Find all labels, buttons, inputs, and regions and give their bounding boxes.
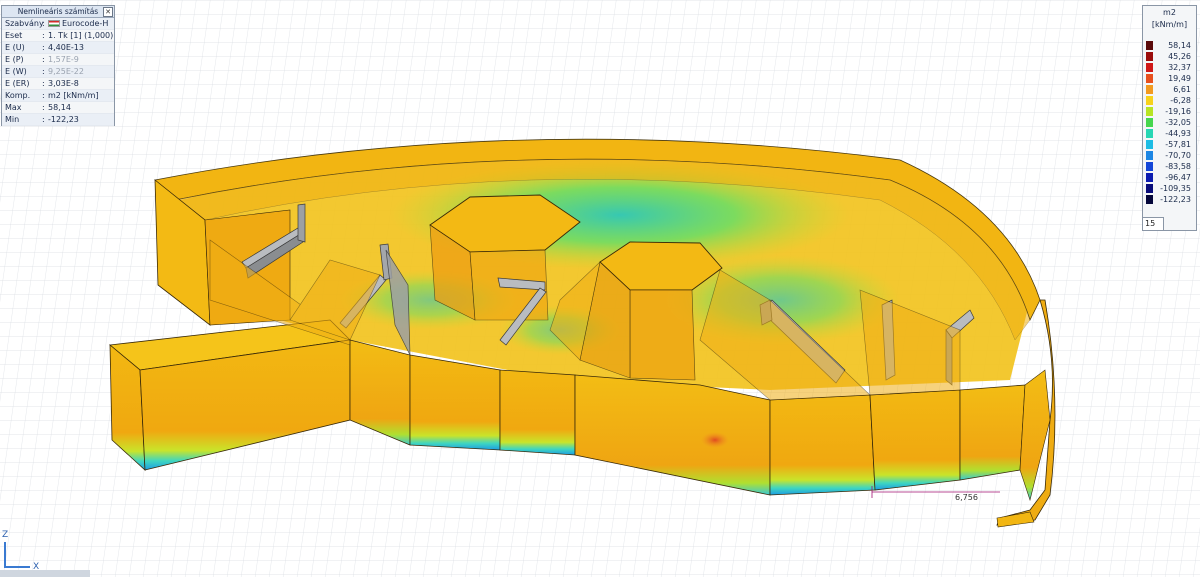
legend-value: -70,70 — [1165, 151, 1191, 160]
info-row-standard: Szabvány: Eurocode-H — [2, 18, 114, 30]
legend-value: 58,14 — [1168, 41, 1191, 50]
legend-value: -19,16 — [1165, 107, 1191, 116]
legend-value: 32,37 — [1168, 63, 1191, 72]
info-panel[interactable]: Nemlineáris számítás ✕ Szabvány: Eurocode… — [1, 5, 115, 126]
z-axis-label: Z — [2, 530, 9, 540]
legend-value: -122,23 — [1160, 195, 1191, 204]
legend-unit: [kNm/m] — [1151, 20, 1188, 29]
info-row-max: Max:58,14 — [2, 102, 114, 114]
model-viewport[interactable]: 6,756 — [0, 0, 1200, 577]
color-legend[interactable]: m2 [kNm/m] 58,14 45,26 32,37 19,49 6,61 -6,28… — [1142, 5, 1197, 231]
legend-value: -44,93 — [1165, 129, 1191, 138]
info-row-case: Eset:1. Tk [1] (1,000) — [2, 30, 114, 42]
info-row-min: Min: -122,23 — [2, 114, 114, 126]
hungary-flag-icon — [48, 20, 60, 27]
info-panel-title: Nemlineáris számítás ✕ — [2, 6, 114, 18]
info-row-ew: E (W):9,25E-22 — [2, 66, 114, 78]
x-axis-icon — [4, 566, 30, 568]
legend-value: -83,58 — [1165, 162, 1191, 171]
legend-value: 6,61 — [1173, 85, 1191, 94]
legend-value: 19,49 — [1168, 74, 1191, 83]
status-strip — [0, 570, 90, 577]
legend-value: -57,81 — [1165, 140, 1191, 149]
info-row-eer: E (ER):3,03E-8 — [2, 78, 114, 90]
legend-value: -109,35 — [1160, 184, 1191, 193]
legend-count-input[interactable]: 15 — [1142, 217, 1164, 231]
legend-value: -96,47 — [1165, 173, 1191, 182]
legend-title: m2 — [1163, 8, 1176, 17]
info-row-ep: E (P):1,57E-9 — [2, 54, 114, 66]
close-icon[interactable]: ✕ — [103, 7, 113, 17]
legend-value: -6,28 — [1170, 96, 1191, 105]
info-row-component: Komp.: m2 [kNm/m] — [2, 90, 114, 102]
info-row-eu: E (U):4,40E-13 — [2, 42, 114, 54]
dimension-label: 6,756 — [955, 493, 978, 502]
structure-render: 6,756 — [0, 0, 1200, 577]
z-axis-icon — [4, 542, 6, 568]
legend-value: -32,05 — [1165, 118, 1191, 127]
legend-value: 45,26 — [1168, 52, 1191, 61]
